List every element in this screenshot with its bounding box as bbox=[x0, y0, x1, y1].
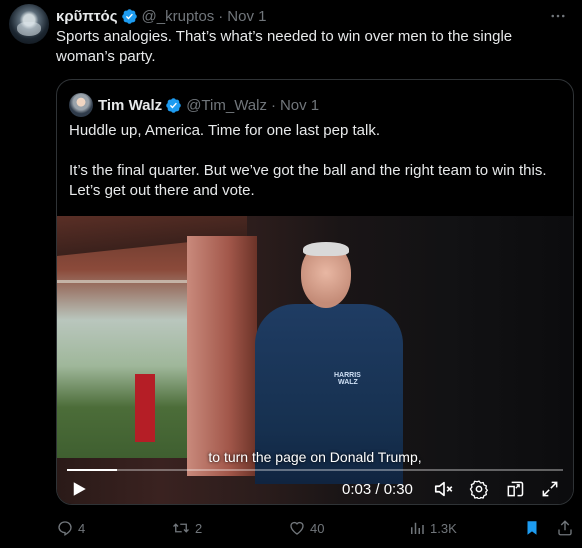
quote-author-name[interactable]: Tim Walz bbox=[98, 97, 162, 114]
reply-icon bbox=[58, 521, 72, 536]
share-icon bbox=[558, 520, 572, 536]
fullscreen-button[interactable] bbox=[538, 477, 562, 501]
author-handle[interactable]: @_kruptos bbox=[142, 8, 215, 25]
mute-button[interactable] bbox=[432, 477, 456, 501]
views-button[interactable]: 1.3K bbox=[408, 516, 457, 540]
settings-button[interactable] bbox=[467, 477, 491, 501]
verified-icon bbox=[121, 8, 137, 24]
video-caption: to turn the page on Donald Trump, bbox=[208, 449, 422, 465]
like-icon bbox=[290, 521, 304, 535]
video-speaker: HARRIS WALZ bbox=[255, 242, 403, 484]
more-icon bbox=[551, 14, 565, 18]
play-icon bbox=[73, 482, 86, 496]
tweet-header: κρῦπτός @_kruptos · Nov 1 bbox=[56, 7, 266, 25]
separator-dot: · bbox=[218, 7, 224, 25]
tweet-actions: 4 2 40 1.3K bbox=[56, 516, 574, 540]
views-count: 1.3K bbox=[430, 520, 457, 536]
repost-count: 2 bbox=[195, 520, 203, 536]
quote-author-handle[interactable]: @Tim_Walz bbox=[186, 97, 267, 114]
verified-icon bbox=[166, 97, 181, 113]
video-player[interactable]: HARRIS WALZ to turn the page on Donald T… bbox=[57, 216, 573, 504]
bookmark-button[interactable] bbox=[523, 516, 545, 540]
jacket-logo: HARRIS WALZ bbox=[334, 372, 361, 386]
video-red-pad bbox=[135, 374, 155, 442]
repost-icon bbox=[173, 523, 189, 533]
quote-date[interactable]: Nov 1 bbox=[280, 97, 319, 114]
video-progress-bar[interactable] bbox=[67, 469, 563, 471]
author-name[interactable]: κρῦπτός bbox=[56, 8, 118, 25]
video-progress-fill bbox=[67, 469, 117, 471]
like-count: 40 bbox=[310, 520, 325, 536]
pip-button[interactable] bbox=[503, 477, 527, 501]
like-button[interactable]: 40 bbox=[288, 516, 324, 540]
video-tunnel-wall bbox=[187, 236, 257, 476]
settings-icon bbox=[469, 480, 488, 499]
video-controls: 0:03 / 0:30 bbox=[57, 474, 573, 504]
jacket-logo-line-2: WALZ bbox=[338, 379, 358, 386]
play-button[interactable] bbox=[67, 477, 91, 501]
reply-button[interactable]: 4 bbox=[56, 516, 85, 540]
quoted-tweet[interactable]: Tim Walz @Tim_Walz · Nov 1 Huddle up, Am… bbox=[56, 79, 574, 505]
quote-header: Tim Walz @Tim_Walz · Nov 1 bbox=[69, 93, 319, 117]
author-avatar[interactable] bbox=[9, 4, 49, 44]
speaker-hair bbox=[303, 242, 349, 256]
separator-dot: · bbox=[270, 96, 276, 114]
quote-paragraph-1: Huddle up, America. Time for one last pe… bbox=[69, 122, 380, 139]
video-time: 0:03 / 0:30 bbox=[342, 481, 413, 498]
jacket-logo-line-1: HARRIS bbox=[334, 372, 361, 379]
share-button[interactable] bbox=[556, 516, 578, 540]
views-icon bbox=[411, 522, 424, 534]
quote-paragraph-2: It’s the final quarter. But we’ve got th… bbox=[69, 162, 547, 199]
fullscreen-icon bbox=[542, 481, 558, 497]
tweet-date[interactable]: Nov 1 bbox=[227, 8, 266, 25]
tweet-text: Sports analogies. That’s what’s needed t… bbox=[56, 28, 513, 65]
pip-icon bbox=[507, 481, 524, 497]
quote-author-avatar[interactable] bbox=[69, 93, 93, 117]
more-button[interactable] bbox=[548, 6, 568, 26]
bookmark-icon bbox=[527, 521, 537, 535]
repost-button[interactable]: 2 bbox=[171, 516, 202, 540]
mute-icon bbox=[434, 481, 453, 497]
quote-text: Huddle up, America. Time for one last pe… bbox=[69, 121, 564, 201]
reply-count: 4 bbox=[78, 520, 86, 536]
